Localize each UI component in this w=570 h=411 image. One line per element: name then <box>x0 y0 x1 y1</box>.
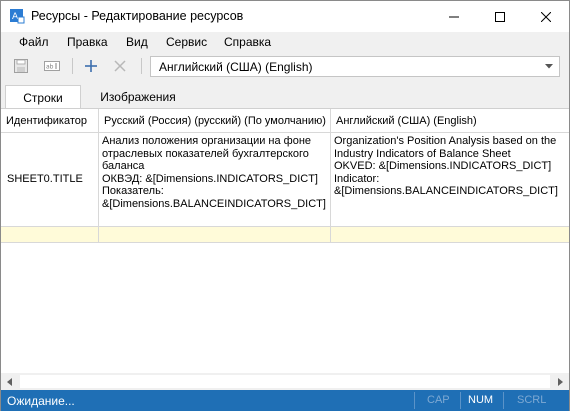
cell-russian[interactable]: Анализ положения организации на фоне отр… <box>99 133 331 226</box>
cell-text-line: &[Dimensions.BALANCEINDICATORS_DICT] <box>102 197 326 210</box>
minimize-button[interactable] <box>431 1 477 32</box>
cell-identifier-text: SHEET0.TITLE <box>7 173 83 186</box>
add-icon <box>85 60 97 72</box>
cell-identifier[interactable]: SHEET0.TITLE <box>1 133 99 226</box>
resources-window: A Ресурсы - Редактирование ресурсов Файл… <box>0 0 570 411</box>
status-separator <box>460 392 461 409</box>
scroll-left-button[interactable] <box>1 373 18 390</box>
delete-button[interactable] <box>109 55 131 77</box>
add-button[interactable] <box>80 55 102 77</box>
tab-strip: Строки Изображения <box>1 80 569 109</box>
cell-text-line: Organization's Position Analysis based o… <box>334 135 557 147</box>
table-row[interactable]: SHEET0.TITLE Анализ положения организаци… <box>1 133 569 227</box>
cell-text-line: Анализ положения организации на фоне <box>102 135 312 147</box>
title-bar: A Ресурсы - Редактирование ресурсов <box>1 1 569 32</box>
window-title: Ресурсы - Редактирование ресурсов <box>31 9 244 23</box>
menu-file[interactable]: Файл <box>19 35 49 49</box>
tab-images[interactable]: Изображения <box>91 85 185 109</box>
close-button[interactable] <box>523 1 569 32</box>
app-icon: A <box>10 9 25 24</box>
close-icon <box>541 11 551 22</box>
cell-text-line: Indicator: <box>334 172 380 185</box>
column-header-russian[interactable]: Русский (Россия) (русский) (По умолчанию… <box>99 109 331 133</box>
rename-icon: ab <box>44 61 60 71</box>
maximize-icon <box>495 11 505 22</box>
language-select-value: Английский (США) (English) <box>159 60 313 74</box>
status-text: Ожидание... <box>7 394 75 408</box>
cell-text-line: отраслевых показателей бухгалтерского <box>102 147 309 160</box>
toolbar-separator <box>141 58 142 74</box>
horizontal-scrollbar[interactable] <box>1 373 569 390</box>
grid-header: Идентификатор Русский (Россия) (русский)… <box>1 109 569 133</box>
menu-view[interactable]: Вид <box>126 35 148 49</box>
status-separator <box>503 392 504 409</box>
delete-icon <box>114 60 126 72</box>
arrow-left-icon <box>7 377 12 386</box>
toolbar-separator <box>72 58 73 74</box>
cell-text-line: баланса <box>102 160 145 172</box>
svg-text:ab: ab <box>46 64 54 71</box>
column-header-english[interactable]: Английский (США) (English) <box>331 109 569 133</box>
status-caps-indicator: CAP <box>427 394 450 406</box>
column-header-identifier[interactable]: Идентификатор <box>1 109 99 133</box>
scroll-thumb[interactable] <box>20 375 550 388</box>
cell-text-line: Industry Indicators of Balance Sheet <box>334 147 511 160</box>
scroll-right-button[interactable] <box>552 373 569 390</box>
menu-edit[interactable]: Правка <box>67 35 108 49</box>
status-bar: Ожидание... CAP NUM SCRL <box>1 390 569 411</box>
cell-text-line: Показатель: <box>102 185 164 197</box>
rename-button[interactable]: ab <box>41 55 63 77</box>
cell-text-line: ОКВЭД: &[Dimensions.INDICATORS_DICT] <box>102 172 318 185</box>
cell-text-line: &[Dimensions.BALANCEINDICATORS_DICT] <box>334 185 558 197</box>
toolbar: ab Английский (США) (English) <box>1 52 569 80</box>
new-row-cell[interactable] <box>99 227 331 242</box>
status-scroll-indicator: SCRL <box>517 394 547 406</box>
menu-bar: Файл Правка Вид Сервис Справка <box>1 32 569 52</box>
status-separator <box>414 392 415 409</box>
save-button[interactable] <box>10 55 32 77</box>
cell-english[interactable]: Organization's Position Analysis based o… <box>331 133 569 226</box>
language-select[interactable]: Английский (США) (English) <box>150 56 560 77</box>
chevron-down-icon <box>545 64 553 69</box>
new-row-cell[interactable] <box>331 227 569 242</box>
maximize-button[interactable] <box>477 1 523 32</box>
menu-help[interactable]: Справка <box>224 35 271 49</box>
new-row-cell[interactable] <box>1 227 99 242</box>
arrow-right-icon <box>558 377 563 386</box>
tab-strings[interactable]: Строки <box>5 85 81 109</box>
cell-text-line: OKVED: &[Dimensions.INDICATORS_DICT] <box>334 160 552 172</box>
resources-grid: Идентификатор Русский (Россия) (русский)… <box>1 108 569 373</box>
status-num-indicator: NUM <box>468 394 494 406</box>
save-icon <box>14 59 28 73</box>
new-row[interactable] <box>1 227 569 243</box>
menu-service[interactable]: Сервис <box>166 35 207 49</box>
minimize-icon <box>449 16 459 17</box>
